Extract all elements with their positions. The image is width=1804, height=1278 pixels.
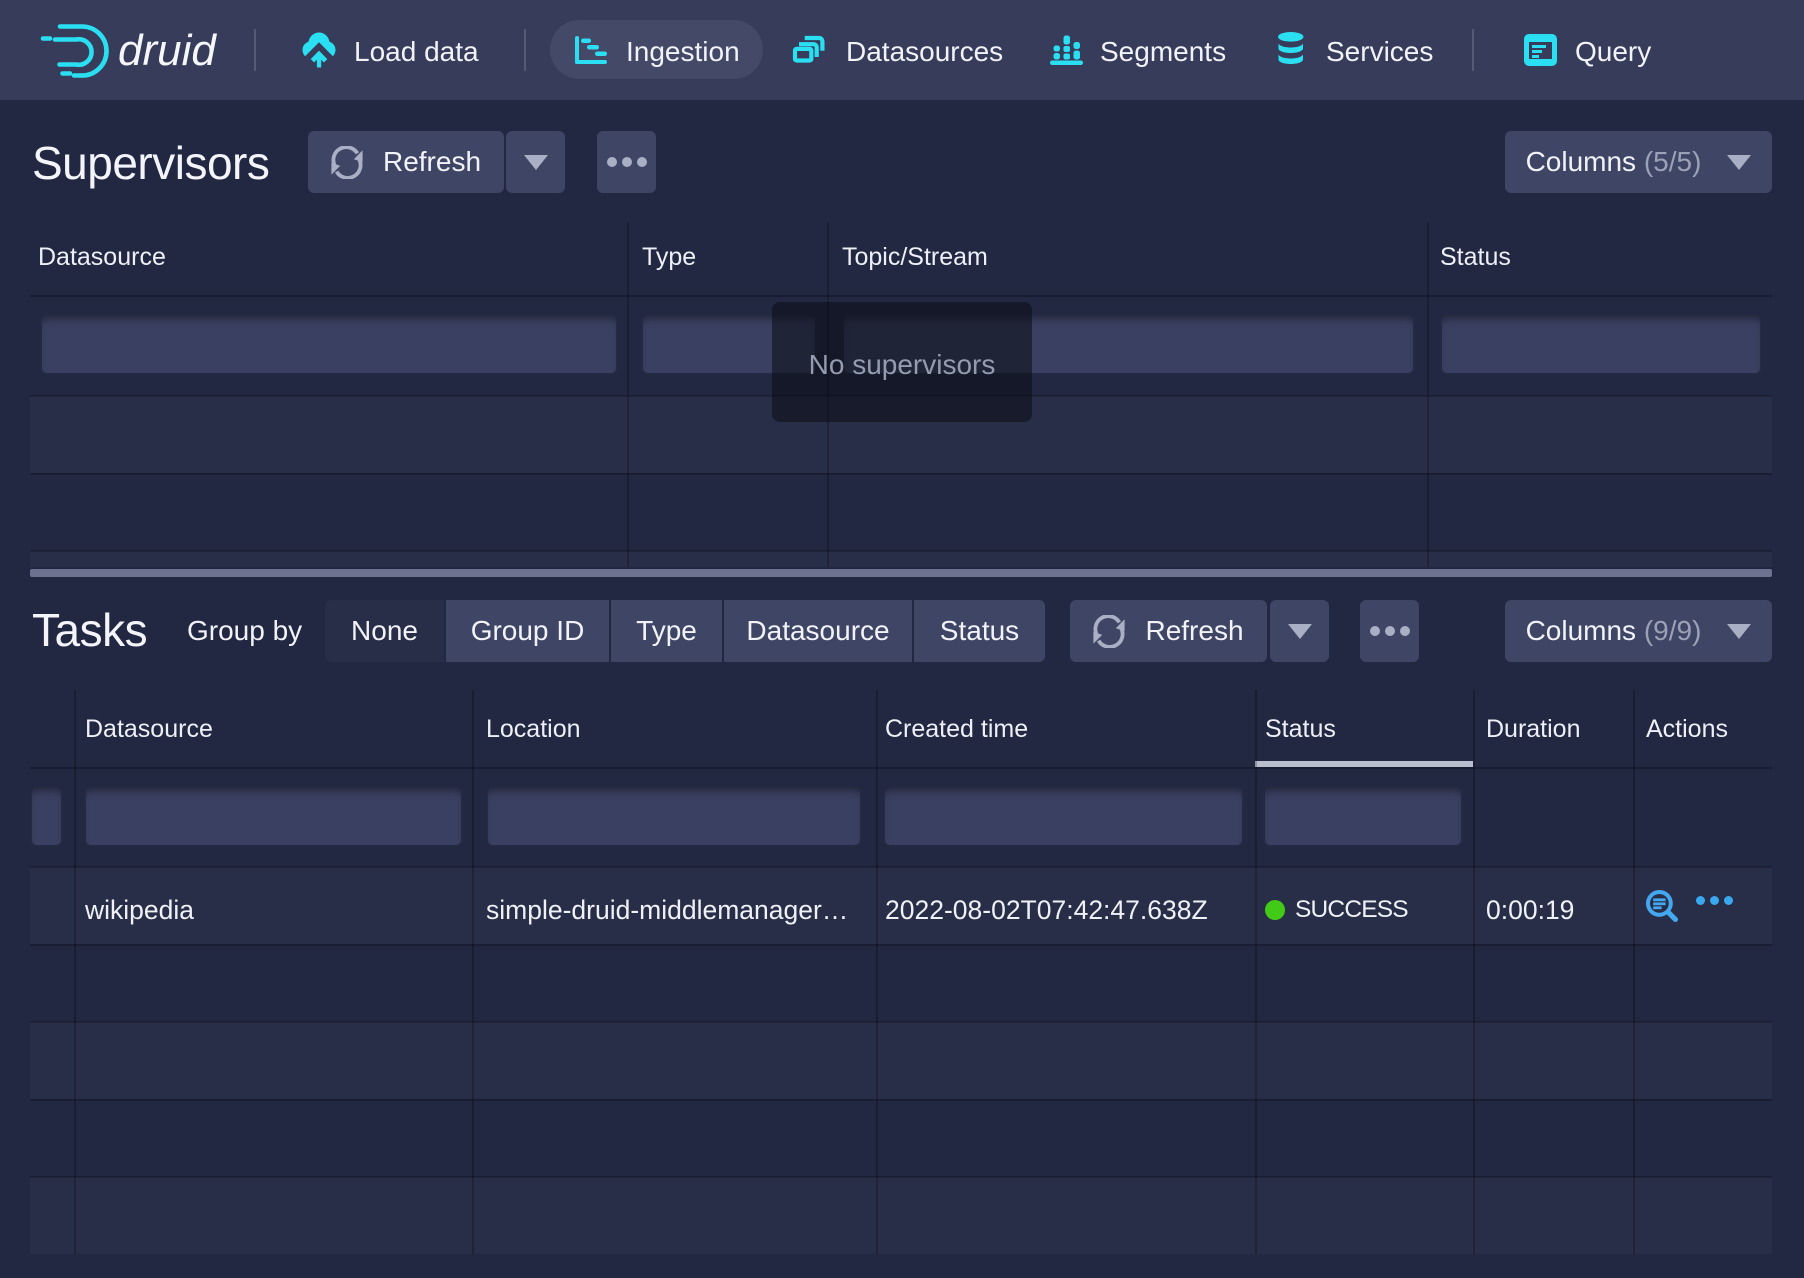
svg-text:druid: druid <box>118 26 217 75</box>
